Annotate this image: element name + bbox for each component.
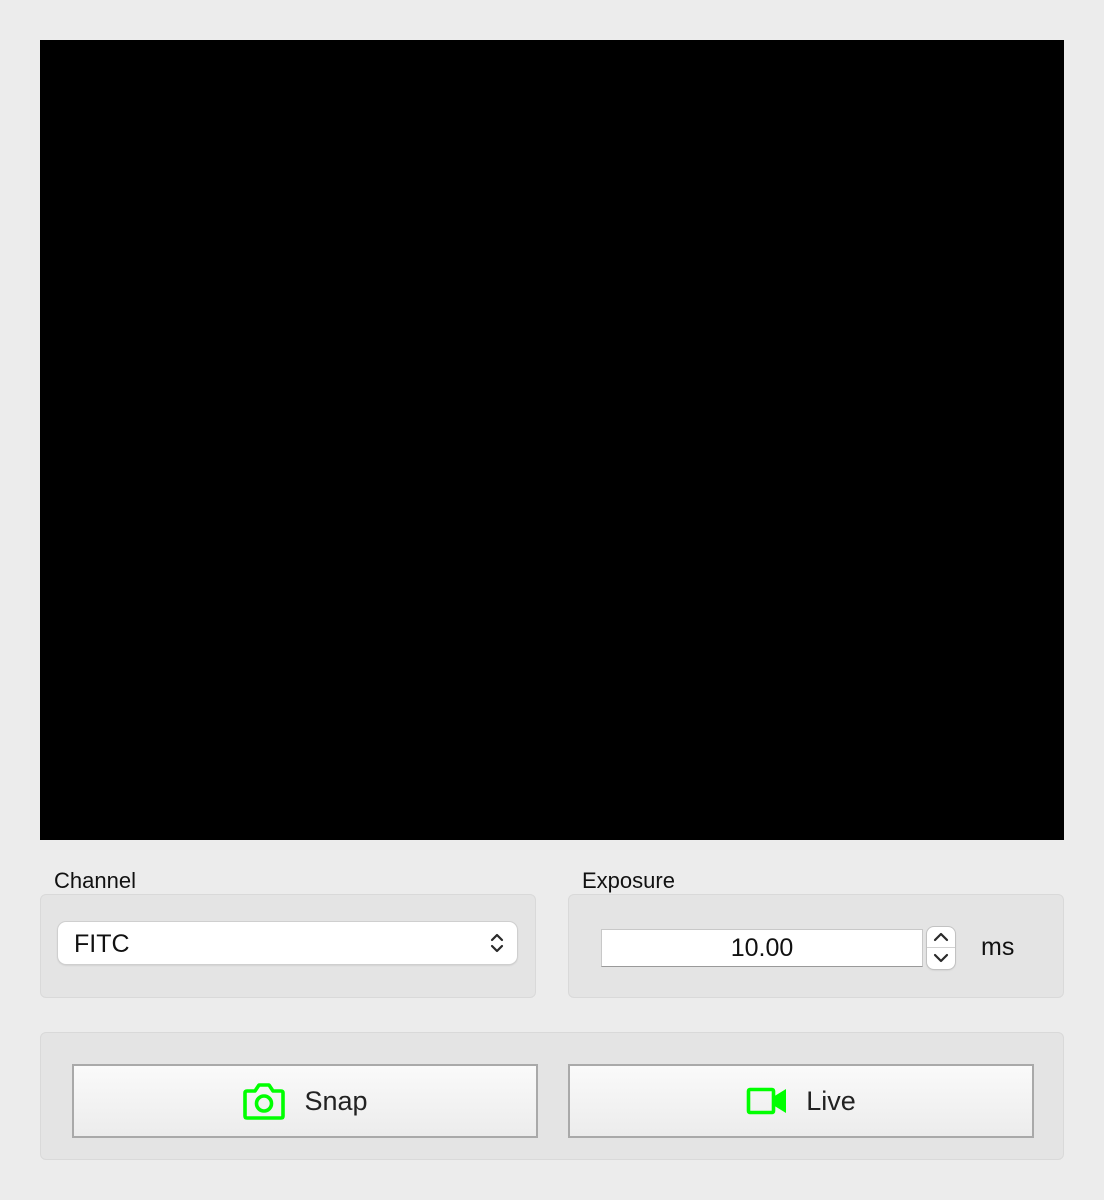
exposure-group-label: Exposure bbox=[582, 868, 675, 893]
stepper-down-icon[interactable] bbox=[927, 948, 955, 968]
snap-button-label: Snap bbox=[304, 1085, 368, 1116]
snap-button[interactable]: Snap bbox=[72, 1064, 538, 1138]
channel-group-label: Channel bbox=[54, 868, 136, 893]
exposure-unit: ms bbox=[981, 933, 1015, 961]
video-camera-icon bbox=[746, 1087, 787, 1115]
stepper-up-icon[interactable] bbox=[927, 927, 955, 947]
channel-select[interactable]: FITC bbox=[58, 922, 517, 964]
channel-select-value: FITC bbox=[74, 930, 130, 958]
exposure-input[interactable]: 10.00 bbox=[601, 929, 923, 967]
acquisition-buttons-panel: Snap Live bbox=[40, 1032, 1064, 1160]
image-viewer[interactable] bbox=[40, 40, 1064, 840]
live-button-label: Live bbox=[806, 1085, 856, 1116]
exposure-stepper[interactable] bbox=[927, 927, 955, 969]
live-button[interactable]: Live bbox=[568, 1064, 1034, 1138]
channel-group: FITC bbox=[40, 894, 536, 998]
exposure-group: 10.00 ms bbox=[568, 894, 1064, 998]
chevron-updown-icon bbox=[490, 933, 504, 953]
camera-icon bbox=[243, 1083, 286, 1120]
